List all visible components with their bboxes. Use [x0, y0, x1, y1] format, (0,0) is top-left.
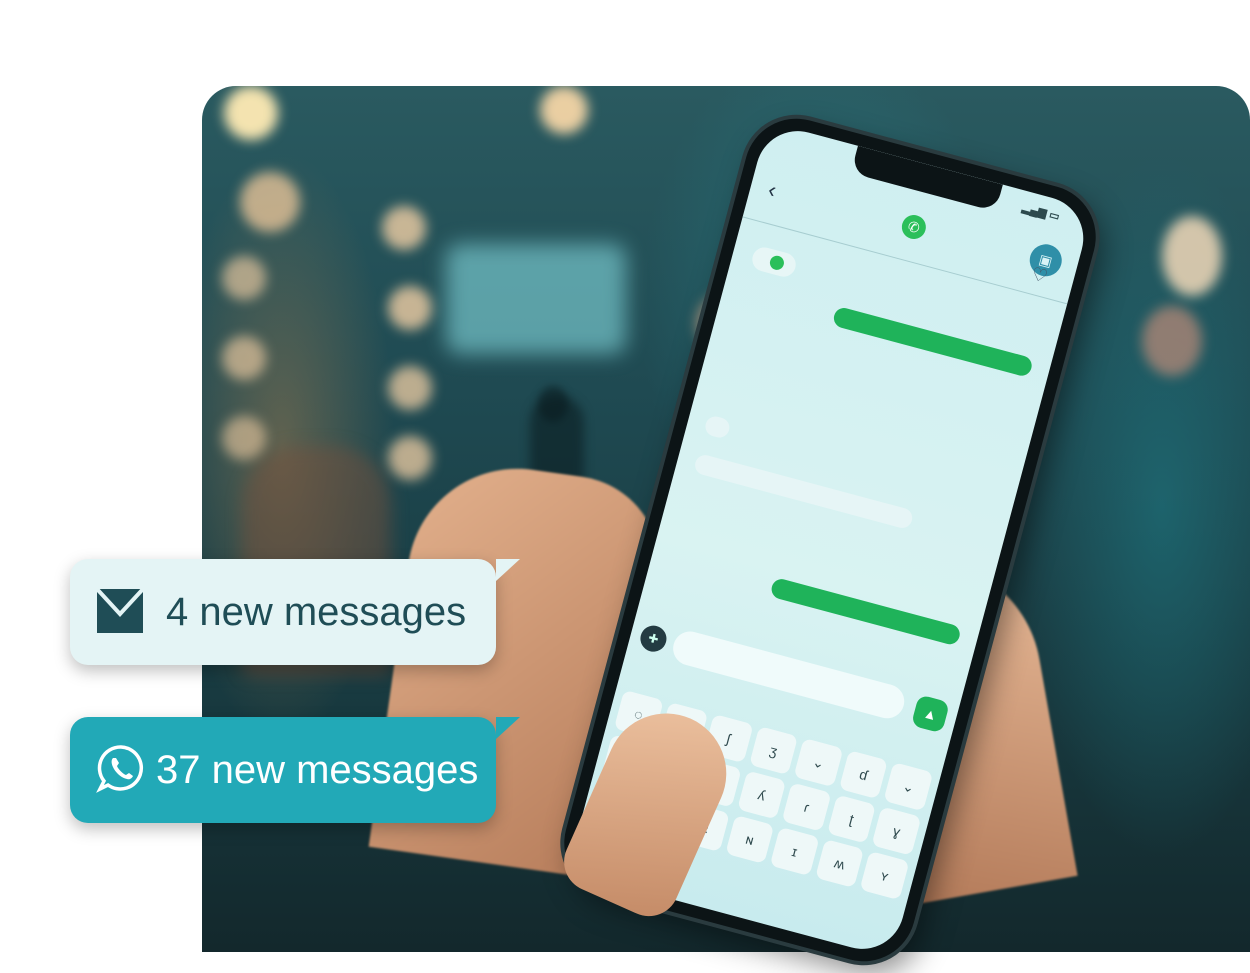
- keyboard-key[interactable]: ʍ: [814, 838, 865, 889]
- keyboard-key[interactable]: ɴ: [724, 814, 775, 865]
- bokeh-light: [1142, 306, 1202, 376]
- bokeh-light: [388, 286, 432, 330]
- bokeh-light: [382, 206, 426, 250]
- keyboard-key[interactable]: ʎ: [736, 770, 787, 820]
- bokeh-light: [1162, 216, 1222, 296]
- glowing-sign: [446, 244, 626, 354]
- envelope-icon: [96, 588, 144, 633]
- whatsapp-icon: [96, 745, 144, 793]
- keyboard-key[interactable]: ɣ: [871, 806, 922, 856]
- whatsapp-notification-text: 37 new messages: [156, 748, 479, 792]
- email-notification-text: 4 new messages: [166, 590, 467, 634]
- bokeh-light: [222, 416, 266, 460]
- keyboard-key[interactable]: ɪ: [769, 826, 820, 877]
- keyboard-key[interactable]: ʒ: [748, 726, 799, 776]
- back-arrow-icon[interactable]: ‹: [765, 177, 780, 204]
- whatsapp-logo-icon: ✆: [899, 212, 929, 242]
- incoming-message: [692, 452, 915, 531]
- keyboard-key[interactable]: ʏ: [859, 851, 910, 901]
- incoming-message: [703, 414, 732, 440]
- status-bar-right: ▂▄▆ ▭: [1020, 201, 1061, 224]
- message-input[interactable]: [669, 627, 909, 723]
- outgoing-message: [831, 305, 1034, 378]
- contact-chip-label: [763, 254, 766, 266]
- online-dot-icon: [768, 254, 786, 272]
- bokeh-light: [224, 86, 278, 140]
- outgoing-message: [769, 576, 962, 647]
- contact-chip: [749, 244, 799, 280]
- keyboard-key[interactable]: ⌄: [793, 738, 844, 788]
- email-notification-badge[interactable]: 4 new messages: [70, 559, 520, 665]
- send-icon[interactable]: ▲: [910, 694, 951, 734]
- keyboard-key[interactable]: ⌄: [883, 762, 934, 812]
- keyboard-key[interactable]: ɾ: [781, 782, 832, 832]
- bokeh-light: [540, 86, 588, 134]
- bokeh-light: [222, 256, 266, 300]
- attach-icon[interactable]: ✚: [637, 622, 670, 655]
- whatsapp-notification-badge[interactable]: 37 new messages: [70, 717, 520, 823]
- bokeh-light: [388, 436, 432, 480]
- bokeh-light: [388, 366, 432, 410]
- keyboard-key[interactable]: ɗ: [838, 750, 889, 800]
- bokeh-light: [222, 336, 266, 380]
- bokeh-light: [240, 172, 300, 232]
- keyboard-key[interactable]: ʈ: [826, 794, 877, 844]
